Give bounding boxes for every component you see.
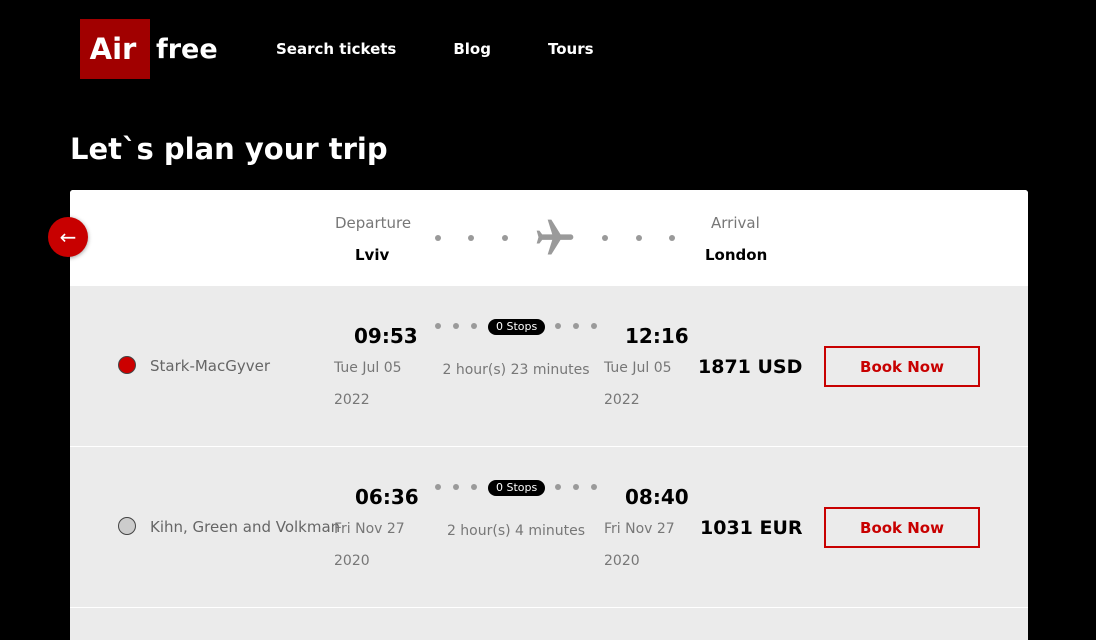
stop-dot [471,484,477,490]
stop-dot [453,484,459,490]
nav-tours[interactable]: Tours [548,40,594,58]
departure-date-day: Tue Jul 05 [334,360,402,376]
book-now-button[interactable]: Book Now [824,507,980,548]
departure-date: Tue Jul 05 2022 [334,352,414,416]
stop-dot [435,323,441,329]
stop-dot [555,323,561,329]
departure-time: 09:53 [354,324,418,348]
route-header: Departure Lviv Arrival London [70,190,1028,286]
airline-logo [118,356,136,374]
brand-logo[interactable]: Air free [80,19,218,79]
route-dot [468,235,474,241]
flight-row: Kihn, Green and Volkman 06:36 Fri Nov 27… [70,447,1028,608]
stops-badge: 0 Stops [488,319,546,335]
arrival-time: 08:40 [625,485,689,509]
departure-date-year: 2022 [334,392,370,408]
logo-free-text: free [156,33,218,65]
route-dot [502,235,508,241]
book-now-button[interactable]: Book Now [824,346,980,387]
flight-price: 1031 EUR [700,517,803,539]
airline-name: Kihn, Green and Volkman [150,518,341,536]
departure-city: Lviv [355,246,390,264]
stop-dot [555,484,561,490]
arrival-time: 12:16 [625,324,689,348]
airplane-icon [536,219,574,255]
route-dot [669,235,675,241]
arrival-date: Fri Nov 27 2020 [604,513,684,577]
stop-dot [591,323,597,329]
flight-row-partial [70,608,1028,640]
stops-badge: 0 Stops [488,480,546,496]
route-dot [602,235,608,241]
stop-dot [573,323,579,329]
nav-blog[interactable]: Blog [453,40,491,58]
nav-search-tickets[interactable]: Search tickets [276,40,396,58]
arrival-date-year: 2022 [604,392,640,408]
departure-time: 06:36 [355,485,419,509]
arrival-date-day: Tue Jul 05 [604,360,672,376]
flight-price: 1871 USD [698,356,803,378]
departure-date-year: 2020 [334,553,370,569]
arrival-date-year: 2020 [604,553,640,569]
stop-dot [591,484,597,490]
flight-duration: 2 hour(s) 23 minutes [442,362,590,378]
stop-dot [471,323,477,329]
departure-date: Fri Nov 27 2020 [334,513,414,577]
stop-dot [435,484,441,490]
departure-date-day: Fri Nov 27 [334,521,405,537]
arrival-date-day: Fri Nov 27 [604,521,675,537]
arrival-city: London [705,246,768,264]
departure-label: Departure [335,214,412,232]
route-dot [435,235,441,241]
flight-duration: 2 hour(s) 4 minutes [446,523,586,539]
arrow-left-icon: ← [59,225,77,249]
results-card: Departure Lviv Arrival London Stark-MacG… [70,190,1028,640]
airline-name: Stark-MacGyver [150,357,271,375]
route-dot [636,235,642,241]
back-button[interactable]: ← [48,217,88,257]
main-nav: Search tickets Blog Tours [276,40,651,58]
stop-dot [453,323,459,329]
page-title: Let`s plan your trip [70,132,388,166]
arrival-date: Tue Jul 05 2022 [604,352,684,416]
airline-logo [118,517,136,535]
stop-dot [573,484,579,490]
flight-row: Stark-MacGyver 09:53 Tue Jul 05 2022 0 S… [70,286,1028,447]
arrival-label: Arrival [711,214,760,232]
logo-air-block: Air [80,19,150,79]
